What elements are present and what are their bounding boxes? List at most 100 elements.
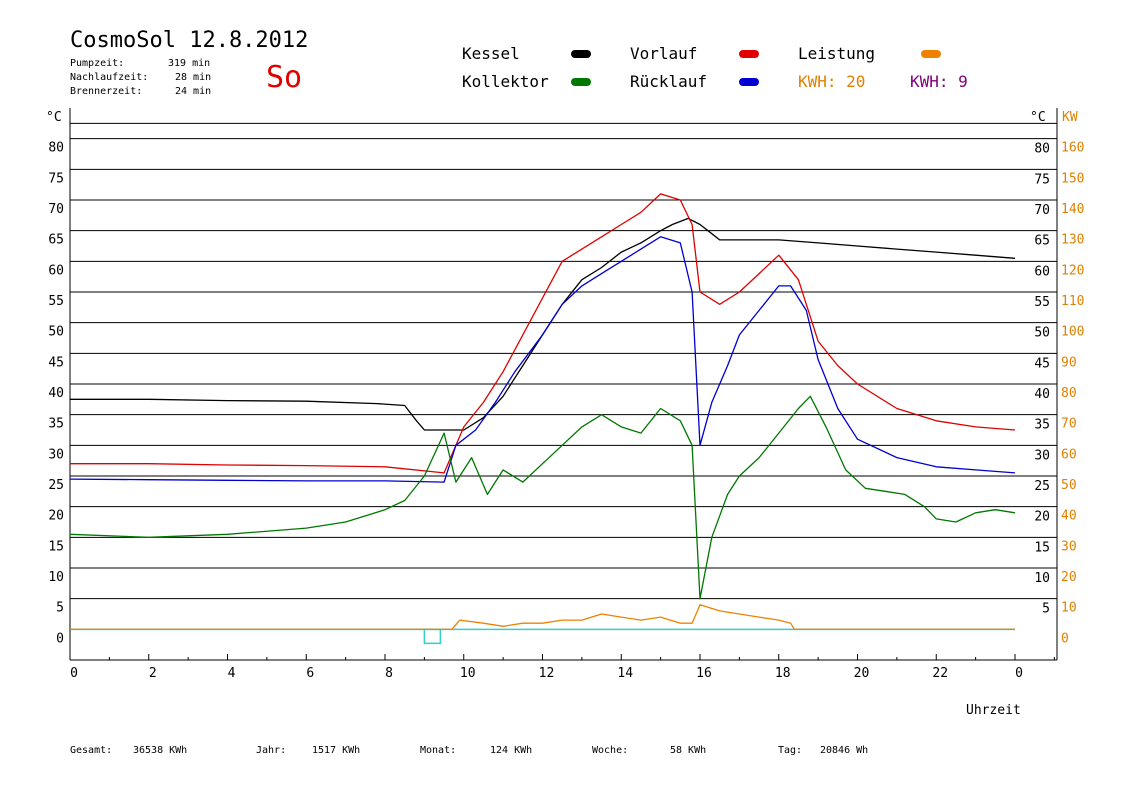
series-lines (69, 193, 1016, 630)
y-kw-label-90: 90 (1061, 355, 1077, 370)
y-left-label-15: 15 (48, 539, 64, 554)
chart: 0 2 4 6 8 10 12 14 16 18 20 22 005101520253035404550… (48, 108, 1084, 681)
footer-jahr-value: 1517 KWh (312, 745, 361, 756)
y-right-label-40: 40 (1034, 387, 1050, 402)
grid-lines (70, 122, 1057, 645)
stat-pumpzeit-value: 319 min (168, 58, 211, 69)
y-kw-label-20: 20 (1061, 570, 1077, 585)
y-right-label-30: 30 (1034, 448, 1050, 463)
y-kw-label-0: 0 (1061, 631, 1069, 646)
y-left-label-75: 75 (48, 171, 64, 186)
y-left-label-25: 25 (48, 478, 64, 493)
right-axis-unit: °C (1030, 110, 1046, 125)
y-left-label-70: 70 (48, 202, 64, 217)
x-tick-label-18: 18 (775, 666, 791, 681)
x-tick-label-16: 16 (696, 666, 712, 681)
footer-tag-label: Tag: (778, 745, 803, 756)
x-tick-label-0: 0 (70, 666, 78, 681)
series-kessel (70, 217, 1016, 431)
footer-woche-value: 58 KWh (670, 745, 707, 756)
footer-woche-label: Woche: (592, 745, 629, 756)
y-right-label-50: 50 (1034, 326, 1050, 341)
legend-kwh-purple: KWH: 9 (910, 72, 968, 91)
y-kw-label-60: 60 (1061, 447, 1077, 462)
y-kw-label-130: 130 (1061, 233, 1084, 248)
y-left-label-35: 35 (48, 417, 64, 432)
legend-vorlauf-swatch (739, 50, 759, 58)
y-left-label-30: 30 (48, 447, 64, 462)
y-kw-label-40: 40 (1061, 509, 1077, 524)
y-right-label-75: 75 (1034, 172, 1050, 187)
y-kw-label-30: 30 (1061, 539, 1077, 554)
y-right-label-25: 25 (1034, 479, 1050, 494)
y-kw-label-110: 110 (1061, 294, 1084, 309)
y-kw-label-10: 10 (1061, 601, 1077, 616)
stat-pumpzeit-label: Pumpzeit: (70, 58, 125, 69)
x-tick-label-20: 20 (854, 666, 870, 681)
y-right-label-15: 15 (1034, 540, 1050, 555)
x-axis-label: Uhrzeit (966, 703, 1021, 718)
left-axis-unit: °C (46, 110, 62, 125)
y-left-label-20: 20 (48, 509, 64, 524)
x-tick-label-24: 0 (1015, 666, 1023, 681)
y-kw-label-100: 100 (1061, 325, 1084, 340)
y-kw-label-140: 140 (1061, 202, 1084, 217)
y-left-label-40: 40 (48, 386, 64, 401)
y-right-label-55: 55 (1034, 295, 1050, 310)
footer-jahr-label: Jahr: (256, 745, 287, 756)
footer-gesamt-value: 36538 KWh (133, 745, 188, 756)
legend-kessel-label: Kessel (462, 44, 520, 63)
x-tick-label-4: 4 (228, 666, 236, 681)
x-tick-label-2: 2 (149, 666, 157, 681)
y-kw-label-150: 150 (1061, 171, 1084, 186)
legend-kwh-orange: KWH: 20 (798, 72, 866, 91)
footer-monat-value: 124 KWh (490, 745, 533, 756)
stat-brennerzeit-value: 24 min (175, 86, 212, 97)
x-tick-label-22: 22 (932, 666, 948, 681)
x-tick-label-12: 12 (539, 666, 555, 681)
footer-tag-value: 20846 Wh (820, 745, 869, 756)
y-kw-label-160: 160 (1061, 141, 1084, 156)
y-right-label-10: 10 (1034, 571, 1050, 586)
y-left-label-60: 60 (48, 263, 64, 278)
y-right-label-60: 60 (1034, 264, 1050, 279)
legend-kessel-swatch (571, 50, 591, 58)
legend-leistung-swatch (921, 50, 941, 58)
stat-nachlaufzeit-value: 28 min (175, 72, 212, 83)
y-right-label-80: 80 (1034, 142, 1050, 157)
x-tick-label-10: 10 (460, 666, 476, 681)
page-title: CosmoSol 12.8.2012 (70, 28, 309, 53)
day-label: So (266, 60, 303, 95)
y-right-label-20: 20 (1034, 510, 1050, 525)
y-left-label-55: 55 (48, 294, 64, 309)
y-right-label-65: 65 (1034, 234, 1050, 249)
y-left-label-50: 50 (48, 325, 64, 340)
stat-brennerzeit-label: Brennerzeit: (70, 86, 143, 97)
series-vorlauf (70, 193, 1016, 474)
y-left-label-10: 10 (48, 570, 64, 585)
y-right-label-5: 5 (1042, 602, 1050, 617)
series-leistung (70, 604, 1015, 630)
y-left-label-5: 5 (56, 601, 64, 616)
y-kw-label-70: 70 (1061, 417, 1077, 432)
legend-vorlauf-label: Vorlauf (630, 44, 698, 63)
y-left-label-65: 65 (48, 233, 64, 248)
y-kw-label-50: 50 (1061, 478, 1077, 493)
y-left-label-45: 45 (48, 355, 64, 370)
y-kw-label-80: 80 (1061, 386, 1077, 401)
footer-gesamt-label: Gesamt: (70, 745, 113, 756)
legend-leistung-label: Leistung (798, 44, 876, 63)
legend-kollektor-label: Kollektor (462, 72, 549, 91)
y-right-label-70: 70 (1034, 203, 1050, 218)
x-tick-label-6: 6 (306, 666, 314, 681)
y-right-label-45: 45 (1034, 356, 1050, 371)
x-tick-label-8: 8 (385, 666, 393, 681)
legend-ruecklauf-label: Rücklauf (630, 72, 708, 91)
footer-monat-label: Monat: (420, 745, 457, 756)
legend-ruecklauf-swatch (739, 78, 759, 86)
baseline-marker (423, 628, 442, 645)
y-left-label-80: 80 (48, 141, 64, 156)
stat-nachlaufzeit-label: Nachlaufzeit: (70, 72, 149, 83)
x-tick-label-14: 14 (617, 666, 633, 681)
right-axis-kw-unit: KW (1062, 110, 1078, 125)
